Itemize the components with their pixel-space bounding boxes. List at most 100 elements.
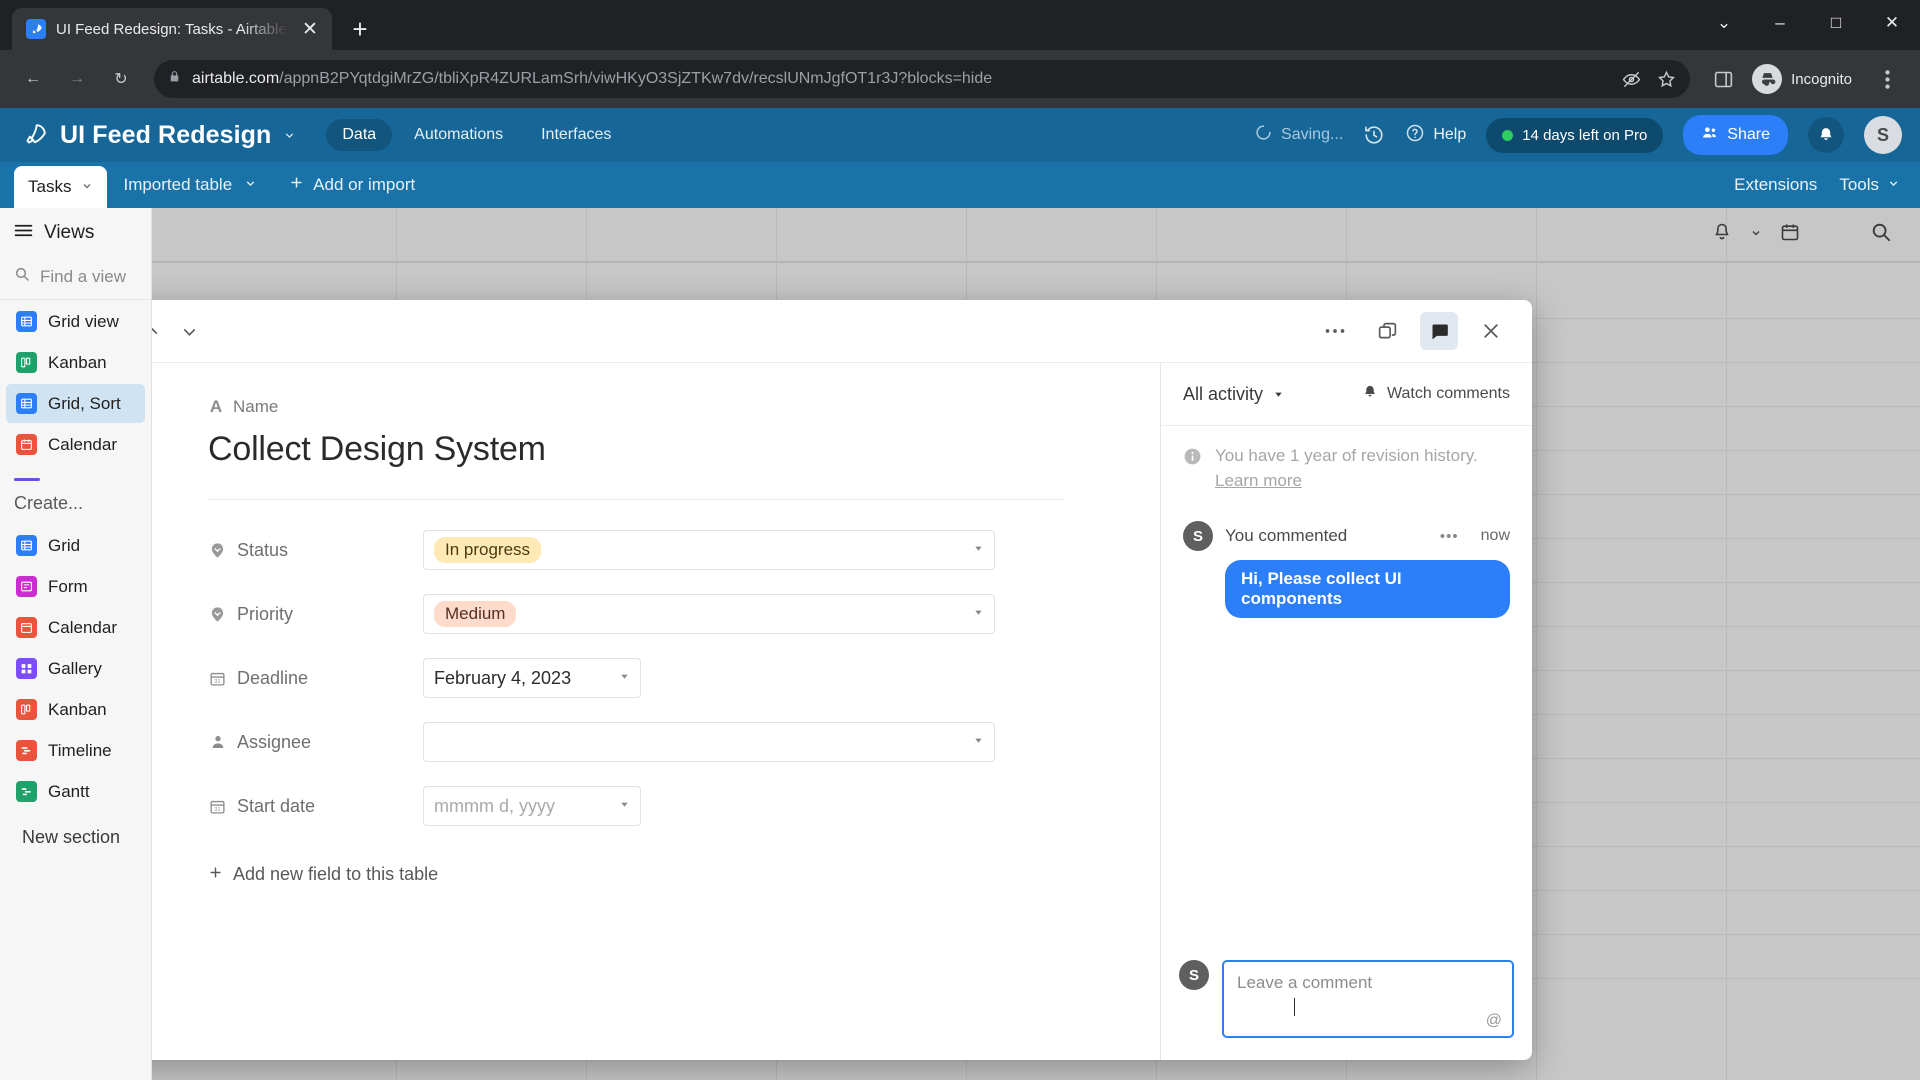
field-value-deadline[interactable]: February 4, 2023 bbox=[423, 658, 641, 698]
field-label-text: Priority bbox=[237, 603, 294, 624]
app-header-actions: Saving... Help 14 days left on Pro Share… bbox=[1255, 115, 1902, 155]
tab-automations[interactable]: Automations bbox=[398, 119, 519, 151]
close-icon[interactable]: ✕ bbox=[298, 17, 322, 41]
tab-strip: UI Feed Redesign: Tasks - Airtable ✕ + ⌄… bbox=[0, 0, 1920, 50]
previous-record-icon[interactable] bbox=[152, 314, 168, 348]
record-title[interactable]: Collect Design System bbox=[208, 430, 1064, 469]
base-name[interactable]: UI Feed Redesign bbox=[60, 121, 271, 150]
views-header[interactable]: Views bbox=[0, 222, 151, 258]
sidebar-view-grid-sort[interactable]: Grid, Sort bbox=[6, 384, 145, 423]
chevron-down-icon[interactable] bbox=[244, 175, 257, 195]
extensions-button[interactable]: Extensions bbox=[1734, 175, 1817, 195]
field-value-status[interactable]: In progress bbox=[423, 530, 995, 570]
learn-more-link[interactable]: Learn more bbox=[1215, 471, 1302, 490]
add-or-import-button[interactable]: Add or import bbox=[273, 162, 431, 208]
side-panel-icon[interactable] bbox=[1704, 60, 1742, 98]
comment-menu-icon[interactable]: ••• bbox=[1440, 528, 1459, 545]
comment-timestamp: now bbox=[1480, 527, 1510, 545]
field-label-text: Start date bbox=[237, 795, 316, 816]
tab-interfaces[interactable]: Interfaces bbox=[525, 119, 627, 151]
maximize-button[interactable]: □ bbox=[1808, 0, 1864, 46]
profile-chip[interactable]: Incognito bbox=[1748, 60, 1862, 98]
deadline-value: February 4, 2023 bbox=[434, 667, 572, 688]
new-section-button[interactable]: New section bbox=[0, 813, 151, 848]
sidebar-view-grid-view[interactable]: Grid view bbox=[6, 302, 145, 341]
field-list: Status In progress Priority Medium 31 De… bbox=[208, 518, 1064, 838]
sidebar-create-timeline[interactable]: Timeline bbox=[6, 731, 145, 770]
text-cursor bbox=[1294, 998, 1295, 1016]
status-dot bbox=[1502, 129, 1514, 141]
comment-icon[interactable] bbox=[1420, 312, 1458, 350]
new-tab-button[interactable]: + bbox=[342, 11, 378, 47]
chevron-down-icon[interactable]: ⌄ bbox=[1696, 0, 1752, 46]
timeline-icon bbox=[16, 740, 37, 761]
chevron-down-icon[interactable] bbox=[973, 543, 984, 557]
activity-list: You have 1 year of revision history. Lea… bbox=[1161, 425, 1532, 943]
sidebar-create-gallery[interactable]: Gallery bbox=[6, 649, 145, 688]
field-value-assignee[interactable] bbox=[423, 722, 995, 762]
sidebar-create-grid[interactable]: Grid bbox=[6, 526, 145, 565]
chrome-menu-icon[interactable] bbox=[1868, 60, 1906, 98]
revision-text: You have 1 year of revision history. bbox=[1215, 446, 1478, 465]
chevron-down-icon[interactable] bbox=[973, 735, 984, 749]
close-icon[interactable] bbox=[1472, 312, 1510, 350]
chevron-down-icon[interactable] bbox=[81, 180, 93, 195]
text-field-icon: A bbox=[209, 397, 223, 416]
field-label-text: Assignee bbox=[237, 731, 312, 752]
field-value-priority[interactable]: Medium bbox=[423, 594, 995, 634]
chevron-down-icon[interactable] bbox=[619, 671, 630, 685]
share-button[interactable]: Share bbox=[1683, 115, 1788, 155]
comment-entry: S You commented ••• now Hi, Please colle… bbox=[1183, 521, 1510, 619]
bell-icon[interactable] bbox=[1808, 117, 1844, 153]
duplicate-icon[interactable] bbox=[1368, 312, 1406, 350]
record-toolbar-actions bbox=[1316, 312, 1510, 350]
field-value-start-date[interactable]: mmmm d, yyyy bbox=[423, 786, 641, 826]
table-tab-tasks[interactable]: Tasks bbox=[14, 166, 108, 208]
forward-icon[interactable]: → bbox=[58, 60, 96, 98]
third-party-cookie-icon[interactable] bbox=[1622, 70, 1641, 89]
gantt-icon bbox=[16, 781, 37, 802]
tab-data[interactable]: Data bbox=[326, 119, 393, 151]
sidebar-view-kanban[interactable]: Kanban bbox=[6, 343, 145, 382]
sidebar-create-gantt[interactable]: Gantt bbox=[6, 772, 145, 811]
date-icon: 31 bbox=[208, 669, 227, 688]
sidebar-view-label: Grid view bbox=[48, 311, 119, 331]
history-icon[interactable] bbox=[1363, 124, 1385, 146]
search-input[interactable]: Find a view bbox=[0, 258, 151, 300]
close-window-button[interactable]: ✕ bbox=[1864, 0, 1920, 46]
watch-comments-button[interactable]: Watch comments bbox=[1362, 384, 1510, 405]
table-tab-imported[interactable]: Imported table bbox=[107, 162, 273, 208]
comment-placeholder: Leave a comment bbox=[1237, 973, 1373, 992]
comment-input[interactable]: Leave a comment @ bbox=[1222, 960, 1514, 1038]
address-bar[interactable]: airtable.com/appnB2PYqtdgiMrZG/tbliXpR4Z… bbox=[154, 60, 1691, 98]
primary-field-label-row: A Name bbox=[208, 397, 1064, 417]
tools-button[interactable]: Tools bbox=[1839, 175, 1900, 195]
reload-icon[interactable]: ↻ bbox=[102, 60, 140, 98]
bookmark-star-icon[interactable] bbox=[1657, 70, 1676, 89]
chevron-down-icon[interactable] bbox=[283, 129, 296, 142]
mention-icon[interactable]: @ bbox=[1486, 1012, 1502, 1030]
record-nav bbox=[152, 314, 206, 348]
help-button[interactable]: Help bbox=[1405, 123, 1466, 148]
field-row-assignee: Assignee bbox=[208, 710, 1064, 774]
more-options-icon[interactable] bbox=[1316, 312, 1354, 350]
sidebar-create-calendar[interactable]: Calendar bbox=[6, 608, 145, 647]
avatar[interactable]: S bbox=[1864, 116, 1902, 154]
add-field-button[interactable]: Add new field to this table bbox=[208, 864, 1064, 885]
chevron-down-icon[interactable] bbox=[619, 799, 630, 813]
minimize-button[interactable]: – bbox=[1752, 0, 1808, 46]
sidebar-create-form[interactable]: Form bbox=[6, 567, 145, 606]
field-row-start-date: 31 Start date mmmm d, yyyy bbox=[208, 774, 1064, 838]
lock-icon bbox=[168, 69, 181, 89]
back-icon[interactable]: ← bbox=[14, 60, 52, 98]
comments-pane: All activity Watch comments You have 1 y… bbox=[1160, 363, 1532, 1060]
browser-tab[interactable]: UI Feed Redesign: Tasks - Airtable ✕ bbox=[12, 8, 332, 50]
activity-filter-dropdown[interactable]: All activity bbox=[1183, 384, 1284, 405]
sidebar-create-kanban[interactable]: Kanban bbox=[6, 690, 145, 729]
next-record-icon[interactable] bbox=[172, 314, 206, 348]
url-path: /appnB2PYqtdgiMrZG/tbliXpR4ZURLamSrh/viw… bbox=[279, 70, 993, 87]
grid-icon bbox=[16, 393, 37, 414]
sidebar-view-calendar[interactable]: Calendar bbox=[6, 425, 145, 464]
trial-badge[interactable]: 14 days left on Pro bbox=[1486, 117, 1664, 153]
chevron-down-icon[interactable] bbox=[973, 607, 984, 621]
